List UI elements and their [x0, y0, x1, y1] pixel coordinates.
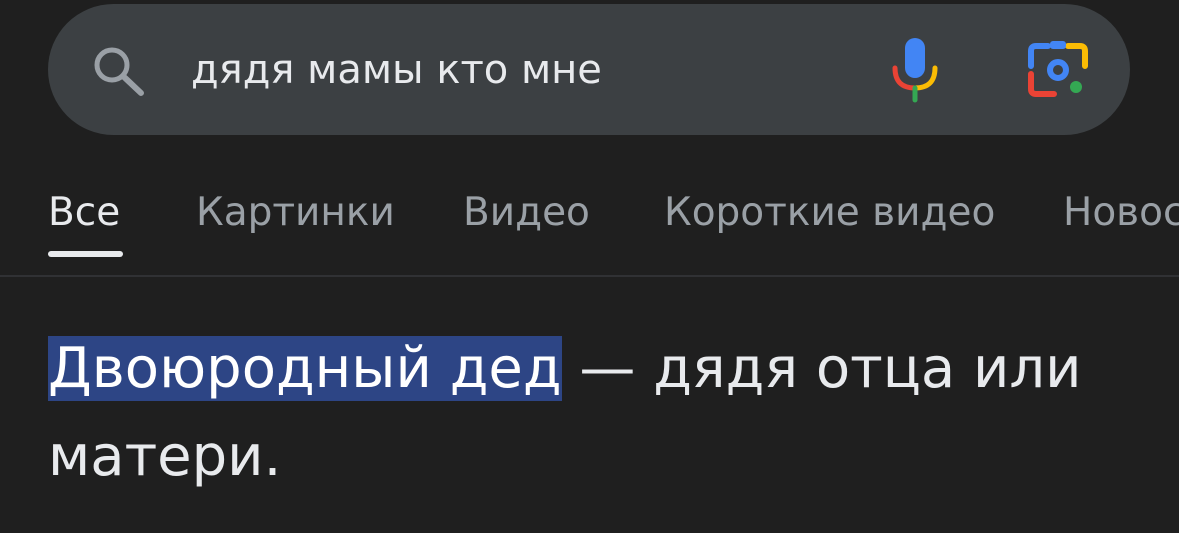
- search-results-page: Все Картинки Видео Короткие видео Новос …: [0, 0, 1179, 533]
- search-tabs: Все Картинки Видео Короткие видео Новос: [0, 160, 1179, 276]
- tab-all[interactable]: Все: [48, 188, 120, 238]
- tab-video[interactable]: Видео: [463, 188, 590, 238]
- answer-text: — дядя отца или: [561, 336, 1082, 401]
- mic-icon[interactable]: [889, 38, 941, 104]
- tab-short-videos[interactable]: Короткие видео: [664, 188, 995, 238]
- tab-news[interactable]: Новос: [1063, 188, 1179, 238]
- answer-text-line2: матери.: [48, 424, 282, 489]
- search-input[interactable]: [191, 40, 841, 100]
- highlighted-answer: Двоюродный дед: [48, 336, 562, 401]
- divider: [0, 275, 1179, 277]
- tab-images[interactable]: Картинки: [196, 188, 395, 238]
- search-icon[interactable]: [90, 44, 150, 98]
- google-lens-icon[interactable]: [1026, 40, 1090, 100]
- answer-snippet: Двоюродный дед — дядя отца или матери.: [48, 325, 1148, 501]
- active-tab-indicator: [48, 251, 123, 257]
